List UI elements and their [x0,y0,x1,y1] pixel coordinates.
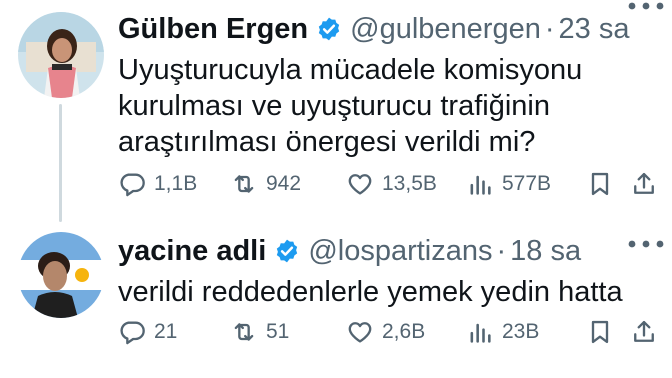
share-button[interactable] [630,170,666,198]
retweet-count: 51 [266,320,290,343]
reply-count: 1,1B [154,172,198,195]
timestamp[interactable]: 23 sa [559,12,630,46]
tweet-text-line: Uyuşturucuyla mücadele komisyonu [118,54,583,86]
separator-dot: · [544,13,555,45]
reply-button[interactable]: 21 [118,318,230,346]
retweet-count: 942 [266,172,302,195]
views-button[interactable]: 23B [466,318,586,346]
like-button[interactable]: 13,5B [346,170,466,198]
bookmark-button[interactable] [586,318,630,346]
reply-icon [120,321,145,345]
like-count: 2,6B [382,320,426,343]
like-count: 13,5B [382,172,437,195]
author-name[interactable]: Gülben Ergen [118,12,308,46]
tweet-2[interactable]: yacine adli @lospartizans · 18 sa verild… [0,222,672,378]
bookmark-icon [591,320,609,344]
like-icon [348,322,372,343]
separator-dot: · [496,235,507,267]
verified-badge-icon [316,16,342,42]
views-icon [470,323,491,343]
share-icon [634,320,654,342]
views-icon [470,175,491,195]
retweet-icon [234,175,254,193]
like-button[interactable]: 2,6B [346,318,466,346]
author-name[interactable]: yacine adli [118,234,266,268]
avatar-yacine[interactable] [18,232,104,318]
more-icon[interactable] [626,236,666,248]
tweet-header: Gülben Ergen @gulbenergen · 23 sa [118,12,637,46]
tweet-text: verildi reddedenlerle yemek yedin hatta [118,274,623,310]
bookmark-icon [591,172,609,196]
tweet-text: Uyuşturucuyla mücadele komisyonu kurulma… [118,52,582,160]
like-icon [348,174,372,195]
author-handle[interactable]: @lospartizans [308,234,492,268]
share-button[interactable] [630,318,666,346]
bookmark-button[interactable] [586,170,630,198]
reply-icon [120,173,145,197]
tweet-actions: 21 51 2,6B 23B [118,318,666,346]
thread-line [59,104,62,222]
tweet-text-line: kurulması ve uyuşturucu trafiğinin [118,90,550,122]
tweet-actions: 1,1B 942 13,5B 577B [118,170,666,198]
retweet-button[interactable]: 51 [230,318,346,346]
reply-button[interactable]: 1,1B [118,170,230,198]
tweet-header: yacine adli @lospartizans · 18 sa [118,234,589,268]
author-handle[interactable]: @gulbenergen [350,12,541,46]
retweet-icon [234,323,254,341]
retweet-button[interactable]: 942 [230,170,346,198]
views-count: 23B [502,320,540,343]
views-count: 577B [502,172,552,195]
views-button[interactable]: 577B [466,170,586,198]
avatar-gulben[interactable] [18,12,104,98]
tweet-1[interactable]: Gülben Ergen @gulbenergen · 23 sa Uyuştu… [0,0,672,222]
share-icon [634,172,654,194]
tweet-text-line: verildi reddedenlerle yemek yedin hatta [118,276,623,308]
verified-badge-icon [274,238,300,264]
timestamp[interactable]: 18 sa [510,234,581,268]
reply-count: 21 [154,320,178,343]
tweet-text-line: araştırılması önergesi verildi mi? [118,126,536,158]
more-icon[interactable] [626,0,666,10]
